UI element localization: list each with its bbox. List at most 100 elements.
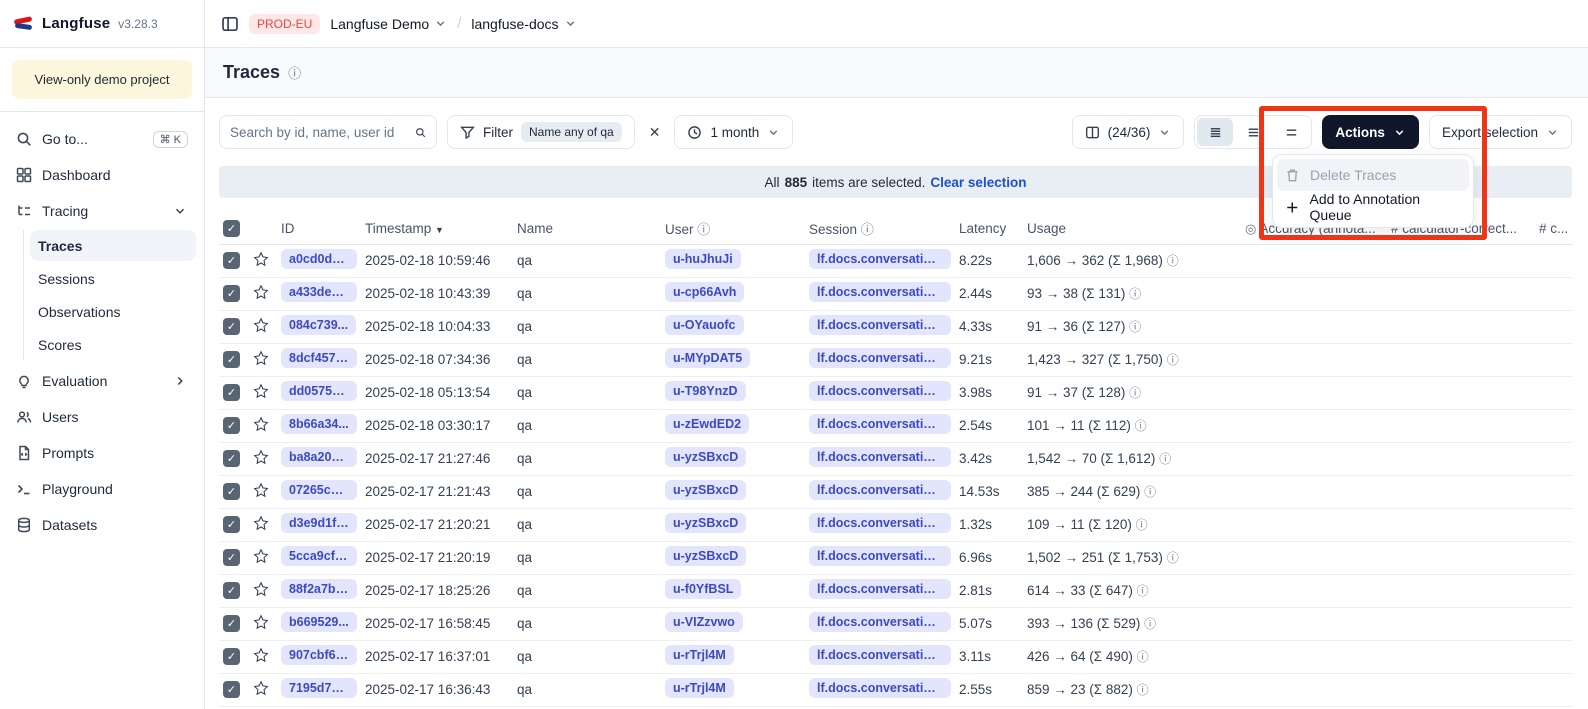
user-badge[interactable]: u-OYauofc <box>665 315 744 335</box>
trace-id-badge[interactable]: 8b66a34... <box>281 414 357 434</box>
session-badge[interactable]: lf.docs.conversation... <box>809 612 951 632</box>
user-badge[interactable]: u-VIZzvwo <box>665 612 743 632</box>
star-icon[interactable] <box>253 515 269 531</box>
session-badge[interactable]: lf.docs.conversation... <box>809 513 951 533</box>
info-icon[interactable]: ⓘ <box>1129 320 1141 334</box>
header-usage[interactable]: Usage <box>1023 214 1241 244</box>
info-icon[interactable]: ⓘ <box>1135 419 1147 433</box>
header-overflow[interactable]: # c... <box>1535 214 1573 244</box>
user-badge[interactable]: u-yzSBxcD <box>665 513 746 533</box>
row-checkbox[interactable]: ✓ <box>223 252 240 269</box>
star-icon[interactable] <box>253 383 269 399</box>
star-icon[interactable] <box>253 482 269 498</box>
table-row[interactable]: ✓7195d78e...2025-02-17 16:36:43qau-rTrjl… <box>219 673 1573 706</box>
row-checkbox[interactable]: ✓ <box>223 582 240 599</box>
session-badge[interactable]: lf.docs.conversation... <box>809 348 951 368</box>
table-row[interactable]: ✓dd05753...2025-02-18 05:13:54qau-T98Ynz… <box>219 376 1573 409</box>
sidebar-item-datasets[interactable]: Datasets <box>8 508 196 542</box>
row-checkbox[interactable]: ✓ <box>223 450 240 467</box>
star-icon[interactable] <box>253 614 269 630</box>
table-row[interactable]: ✓8dcf4574...2025-02-18 07:34:36qau-MYpDA… <box>219 343 1573 376</box>
user-badge[interactable]: u-rTrjl4M <box>665 678 734 698</box>
table-row[interactable]: ✓a0cd0d9...2025-02-18 10:59:46qau-huJhuJ… <box>219 244 1573 277</box>
sidebar-item-prompts[interactable]: Prompts <box>8 436 196 470</box>
header-timestamp[interactable]: Timestamp ▼ <box>361 214 513 244</box>
trace-id-badge[interactable]: d3e9d1f2... <box>281 513 357 533</box>
search-icon[interactable] <box>415 125 426 140</box>
user-badge[interactable]: u-yzSBxcD <box>665 447 746 467</box>
session-badge[interactable]: lf.docs.conversation... <box>809 315 951 335</box>
star-icon[interactable] <box>253 416 269 432</box>
info-icon[interactable]: ⓘ <box>1129 287 1141 301</box>
trace-id-badge[interactable]: ba8a208f... <box>281 447 357 467</box>
sidebar-item-observations[interactable]: Observations <box>30 296 196 327</box>
user-badge[interactable]: u-rTrjl4M <box>665 645 734 665</box>
sidebar-item-dashboard[interactable]: Dashboard <box>8 158 196 192</box>
trace-id-badge[interactable]: a0cd0d9... <box>281 249 357 269</box>
sidebar-item-traces[interactable]: Traces <box>30 230 196 261</box>
row-checkbox[interactable]: ✓ <box>223 615 240 632</box>
actions-button[interactable]: Actions <box>1322 115 1419 149</box>
star-icon[interactable] <box>253 581 269 597</box>
session-badge[interactable]: lf.docs.conversation... <box>809 381 951 401</box>
filter-button[interactable]: Filter Name any of qa <box>447 115 635 149</box>
user-badge[interactable]: u-f0YfBSL <box>665 579 741 599</box>
demo-project-link[interactable]: demo project <box>94 72 169 87</box>
trace-id-badge[interactable]: 88f2a7b0... <box>281 579 357 599</box>
star-icon[interactable] <box>253 548 269 564</box>
session-badge[interactable]: lf.docs.conversation... <box>809 282 951 302</box>
project-breadcrumb[interactable]: langfuse-docs <box>471 16 576 32</box>
header-session[interactable]: Session ⓘ <box>805 214 955 244</box>
user-badge[interactable]: u-T98YnzD <box>665 381 746 401</box>
info-icon[interactable]: ⓘ <box>1167 353 1179 367</box>
session-badge[interactable]: lf.docs.conversation... <box>809 645 951 665</box>
table-row[interactable]: ✓b669529...2025-02-17 16:58:45qau-VIZzvw… <box>219 607 1573 640</box>
info-icon[interactable]: ⓘ <box>1144 617 1156 631</box>
session-badge[interactable]: lf.docs.conversation... <box>809 447 951 467</box>
row-checkbox[interactable]: ✓ <box>223 549 240 566</box>
session-badge[interactable]: lf.docs.conversation... <box>809 249 951 269</box>
star-icon[interactable] <box>253 251 269 267</box>
header-id[interactable]: ID <box>277 214 361 244</box>
session-badge[interactable]: lf.docs.conversation... <box>809 678 951 698</box>
user-badge[interactable]: u-cp66Avh <box>665 282 744 302</box>
info-icon[interactable]: ⓘ <box>1144 485 1156 499</box>
row-checkbox[interactable]: ✓ <box>223 648 240 665</box>
row-checkbox[interactable]: ✓ <box>223 483 240 500</box>
row-height-compact-button[interactable] <box>1197 118 1233 146</box>
info-icon[interactable]: ⓘ <box>1159 452 1171 466</box>
table-row[interactable]: ✓084c739...2025-02-18 10:04:33qau-OYauof… <box>219 310 1573 343</box>
info-icon[interactable]: ⓘ <box>1137 650 1149 664</box>
sidebar-item-sessions[interactable]: Sessions <box>30 263 196 294</box>
star-icon[interactable] <box>253 680 269 696</box>
row-checkbox[interactable]: ✓ <box>223 285 240 302</box>
header-name[interactable]: Name <box>513 214 661 244</box>
select-all-checkbox[interactable]: ✓ <box>223 220 240 237</box>
session-badge[interactable]: lf.docs.conversation... <box>809 480 951 500</box>
session-badge[interactable]: lf.docs.conversation... <box>809 579 951 599</box>
user-badge[interactable]: u-yzSBxcD <box>665 546 746 566</box>
clear-filter-button[interactable]: ✕ <box>645 124 665 141</box>
star-icon[interactable] <box>253 350 269 366</box>
search-input[interactable] <box>230 125 407 140</box>
table-row[interactable]: ✓a433de51...2025-02-18 10:43:39qau-cp66A… <box>219 277 1573 310</box>
sidebar-item-playground[interactable]: Playground <box>8 472 196 506</box>
table-row[interactable]: ✓88f2a7b0...2025-02-17 18:25:26qau-f0YfB… <box>219 574 1573 607</box>
row-checkbox[interactable]: ✓ <box>223 384 240 401</box>
sidebar-item-evaluation[interactable]: Evaluation <box>8 364 196 398</box>
table-row[interactable]: ✓ba8a208f...2025-02-17 21:27:46qau-yzSBx… <box>219 442 1573 475</box>
info-icon[interactable]: ⓘ <box>1137 683 1149 697</box>
menu-item-delete-traces[interactable]: Delete Traces <box>1277 159 1469 191</box>
info-icon[interactable]: ⓘ <box>1167 254 1179 268</box>
user-badge[interactable]: u-huJhuJi <box>665 249 741 269</box>
session-badge[interactable]: lf.docs.conversation... <box>809 414 951 434</box>
sidebar-item-users[interactable]: Users <box>8 400 196 434</box>
table-row[interactable]: ✓5cca9cf2...2025-02-17 21:20:19qau-yzSBx… <box>219 541 1573 574</box>
sidebar-item-tracing[interactable]: Tracing <box>8 194 196 228</box>
header-user[interactable]: User ⓘ <box>661 214 805 244</box>
trace-id-badge[interactable]: 7195d78e... <box>281 678 357 698</box>
trace-id-badge[interactable]: 8dcf4574... <box>281 348 357 368</box>
row-checkbox[interactable]: ✓ <box>223 681 240 698</box>
clear-selection-link[interactable]: Clear selection <box>930 175 1026 190</box>
time-range-button[interactable]: 1 month <box>674 115 793 149</box>
